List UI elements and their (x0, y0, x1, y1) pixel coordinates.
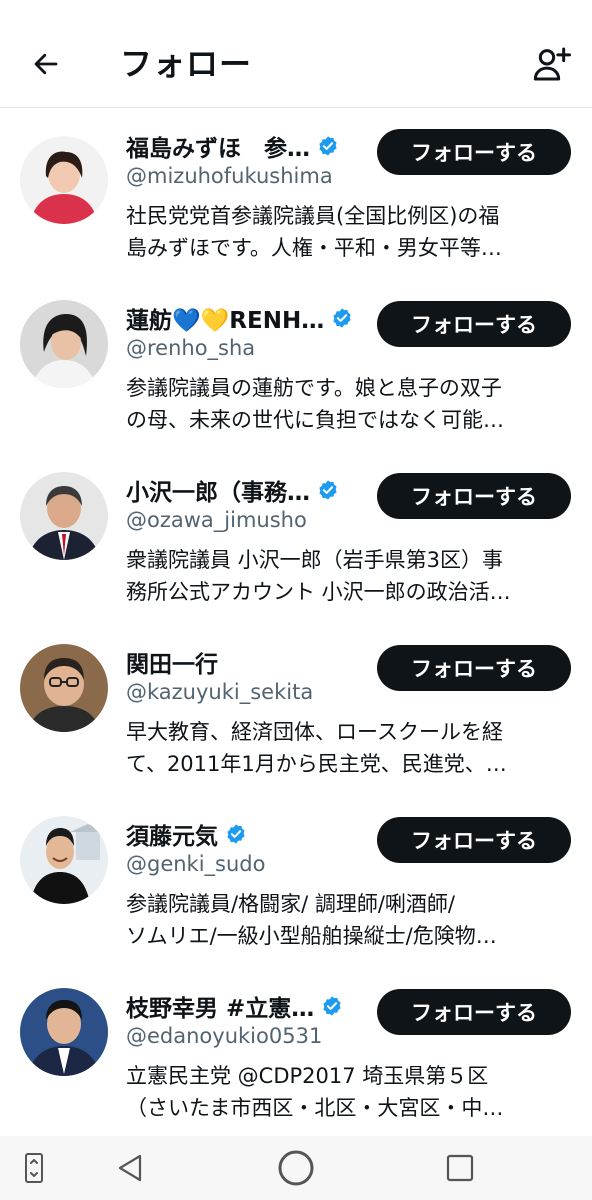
account-handle: @renho_sha (126, 336, 256, 360)
following-list: 福島みずほ 参… @mizuhofukushima 社民党党首参議院議員(全国比… (0, 108, 592, 1136)
overview-square-icon (446, 1154, 474, 1182)
account-name-row: 枝野幸男 #立憲… (126, 988, 371, 1024)
list-item[interactable]: 福島みずほ 参… @mizuhofukushima 社民党党首参議院議員(全国比… (0, 108, 592, 280)
follow-button[interactable]: フォローする (377, 817, 571, 863)
system-back-button[interactable] (110, 1148, 150, 1188)
avatar[interactable] (20, 816, 108, 904)
account-handle: @kazuyuki_sekita (126, 680, 314, 704)
account-bio: 参議院議員の蓮舫です。娘と息子の双子 の母、未来の世代に負担ではなく可能… (126, 372, 574, 436)
bio-line: 立憲民主党 @CDP2017 埼玉県第５区 (126, 1064, 489, 1088)
back-arrow-icon (34, 53, 58, 75)
account-name: 福島みずほ 参… (126, 136, 310, 162)
follow-button[interactable]: フォローする (377, 989, 571, 1035)
bio-line: 早大教育、経済団体、ロースクールを経 (126, 720, 503, 744)
add-user-button[interactable] (528, 40, 576, 88)
avatar[interactable] (20, 300, 108, 388)
account-name-row: 須藤元気 (126, 816, 371, 852)
account-bio: 立憲民主党 @CDP2017 埼玉県第５区 （さいたま市西区・北区・大宮区・中… (126, 1060, 574, 1124)
follow-button[interactable]: フォローする (377, 645, 571, 691)
avatar[interactable] (20, 644, 108, 732)
bio-line: 島みずほです。人権・平和・男女平等… (126, 236, 502, 260)
overview-button[interactable] (440, 1148, 480, 1188)
app-header: フォロー (0, 0, 592, 108)
account-name: 小沢一郎（事務… (126, 480, 310, 506)
avatar[interactable] (20, 136, 108, 224)
account-bio: 早大教育、経済団体、ロースクールを経 て、2011年1月から民主党、民進党、… (126, 716, 574, 780)
list-item[interactable]: 枝野幸男 #立憲… @edanoyukio0531 立憲民主党 @CDP2017… (0, 968, 592, 1136)
follow-button[interactable]: フォローする (377, 129, 571, 175)
account-handle: @ozawa_jimusho (126, 508, 307, 532)
account-handle: @mizuhofukushima (126, 164, 333, 188)
follow-button[interactable]: フォローする (377, 301, 571, 347)
recent-apps-icon (25, 1153, 43, 1183)
bio-line: 務所公式アカウント 小沢一郎の政治活… (126, 580, 511, 604)
bio-line: 衆議院議員 小沢一郎（岩手県第3区）事 (126, 548, 504, 572)
page-title: フォロー (120, 45, 253, 83)
account-handle: @genki_sudo (126, 852, 266, 876)
recent-apps-button[interactable] (14, 1148, 54, 1188)
follow-button[interactable]: フォローする (377, 473, 571, 519)
verified-badge-icon (319, 480, 337, 500)
bio-line: て、2011年1月から民主党、民進党、… (126, 752, 507, 776)
account-name: 関田一行 (126, 652, 218, 678)
list-item[interactable]: 関田一行 @kazuyuki_sekita 早大教育、経済団体、ロースクールを経… (0, 624, 592, 796)
account-name-row: 関田一行 (126, 644, 371, 680)
account-bio: 社民党党首参議院議員(全国比例区)の福 島みずほです。人権・平和・男女平等… (126, 200, 574, 264)
home-circle-icon (278, 1150, 314, 1186)
bio-line: 参議院議員の蓮舫です。娘と息子の双子 (126, 376, 502, 400)
verified-badge-icon (333, 308, 351, 328)
bio-line: （さいたま市西区・北区・大宮区・中… (126, 1096, 504, 1120)
verified-badge-icon (323, 996, 341, 1016)
bio-line: ソムリエ/一級小型船舶操縦士/危険物… (126, 924, 497, 948)
verified-badge-icon (319, 136, 337, 156)
avatar[interactable] (20, 472, 108, 560)
bio-line: 社民党党首参議院議員(全国比例区)の福 (126, 204, 500, 228)
account-bio: 衆議院議員 小沢一郎（岩手県第3区）事 務所公式アカウント 小沢一郎の政治活… (126, 544, 574, 608)
list-item[interactable]: 蓮舫💙💛RENH… @renho_sha 参議院議員の蓮舫です。娘と息子の双子 … (0, 280, 592, 452)
account-name: 蓮舫💙💛RENH… (126, 308, 325, 334)
bio-line: 参議院議員/格闘家/ 調理師/唎酒師/ (126, 892, 455, 916)
account-name: 須藤元気 (126, 824, 218, 850)
avatar[interactable] (20, 988, 108, 1076)
list-item[interactable]: 須藤元気 @genki_sudo 参議院議員/格闘家/ 調理師/唎酒師/ ソムリ… (0, 796, 592, 968)
account-name-row: 福島みずほ 参… (126, 128, 371, 164)
verified-badge-icon (227, 824, 245, 844)
add-user-icon (533, 47, 571, 81)
back-triangle-icon (118, 1154, 142, 1182)
account-name-row: 小沢一郎（事務… (126, 472, 371, 508)
back-button[interactable] (22, 42, 70, 86)
account-name: 枝野幸男 #立憲… (126, 996, 315, 1022)
system-navigation-bar (0, 1136, 592, 1200)
account-bio: 参議院議員/格闘家/ 調理師/唎酒師/ ソムリエ/一級小型船舶操縦士/危険物… (126, 888, 574, 952)
account-name-row: 蓮舫💙💛RENH… (126, 300, 371, 336)
home-button[interactable] (276, 1148, 316, 1188)
bio-line: の母、未来の世代に負担ではなく可能… (126, 408, 504, 432)
list-item[interactable]: 小沢一郎（事務… @ozawa_jimusho 衆議院議員 小沢一郎（岩手県第3… (0, 452, 592, 624)
account-handle: @edanoyukio0531 (126, 1024, 323, 1048)
